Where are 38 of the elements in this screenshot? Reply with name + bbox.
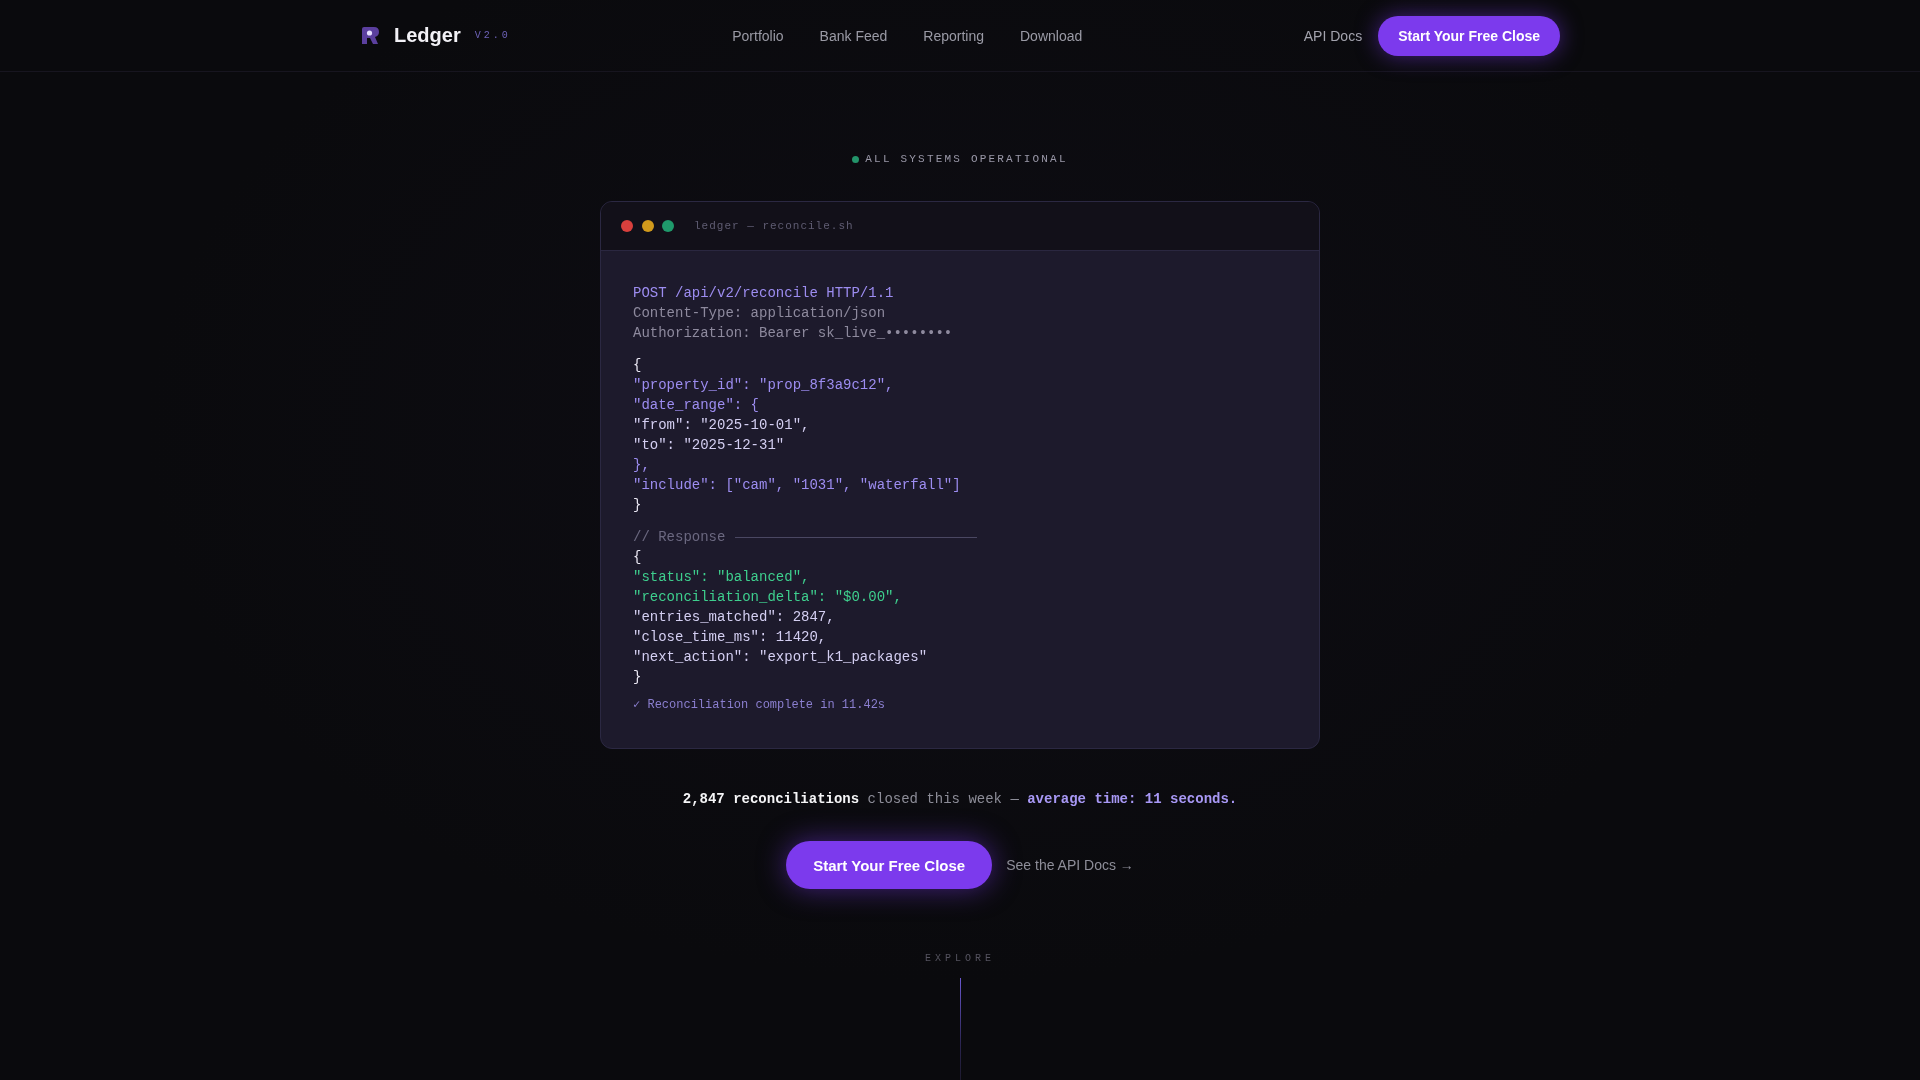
- completion-message: ✓ Reconciliation complete in 11.42s: [633, 697, 886, 714]
- code-line: {: [633, 548, 642, 567]
- code-line: },: [633, 456, 650, 475]
- version-label: V2.0: [474, 30, 511, 41]
- start-free-close-button[interactable]: Start Your Free Close: [1378, 15, 1560, 56]
- code-comment: // Response: [633, 528, 726, 547]
- code-line: "include": ["cam", "1031", "waterfall"]: [633, 476, 961, 495]
- code-line: "property_id": "prop_8f3a9c12",: [633, 376, 894, 395]
- code-line: "entries_matched": 2847,: [633, 608, 835, 627]
- window-maximize-icon: [662, 220, 674, 232]
- code-line: "to": "2025-12-31": [633, 436, 785, 455]
- start-free-close-button[interactable]: Start Your Free Close: [786, 841, 993, 889]
- code-line: POST /api/v2/reconcile HTTP/1.1: [633, 284, 894, 303]
- brand-name[interactable]: Ledger: [394, 24, 461, 47]
- code-line: "status": "balanced",: [633, 568, 810, 587]
- code-line: }: [633, 496, 642, 515]
- code-line: {: [633, 356, 642, 375]
- api-docs-link[interactable]: See the API Docs →: [1006, 857, 1134, 873]
- nav-link[interactable]: Bank Feed: [819, 27, 888, 44]
- api-docs-link[interactable]: API Docs: [1303, 27, 1363, 44]
- summary-text: 2,847 reconciliations closed this week — average time: 11 seconds.: [682, 790, 1238, 809]
- status-label: ALL SYSTEMS OPERATIONAL: [865, 153, 1068, 165]
- logo-icon: [360, 25, 380, 46]
- window-minimize-icon: [641, 220, 654, 232]
- code-line: "date_range": {: [633, 396, 760, 415]
- code-line: "reconciliation_delta": "$0.00",: [633, 588, 902, 607]
- nav-link[interactable]: Reporting: [923, 27, 984, 44]
- nav-link[interactable]: Download: [1020, 27, 1083, 44]
- code-line: }: [633, 668, 642, 687]
- window-close-icon: [621, 220, 633, 232]
- explore-label: EXPLORE: [925, 953, 995, 964]
- code-line: Authorization: Bearer sk_live_••••••••: [633, 324, 953, 343]
- code-line: "close_time_ms": 11420,: [633, 628, 827, 647]
- nav-link[interactable]: Portfolio: [732, 27, 784, 44]
- code-line: "from": "2025-10-01",: [633, 416, 810, 435]
- terminal-title: ledger — reconcile.sh: [694, 220, 854, 232]
- code-line: "next_action": "export_k1_packages": [633, 648, 928, 667]
- code-line: Content-Type: application/json: [633, 304, 886, 323]
